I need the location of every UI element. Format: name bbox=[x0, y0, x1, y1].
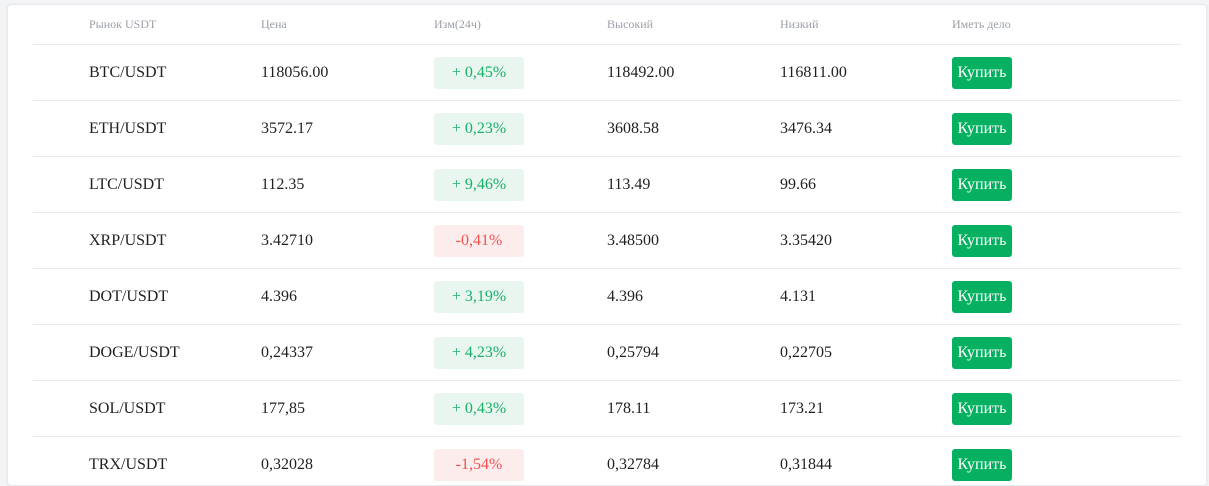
high-value: 3.48500 bbox=[607, 232, 659, 249]
low-value: 99.66 bbox=[780, 176, 816, 193]
table-row: DOGE/USDT 0,24337 + 4,23% 0,25794 0,2270… bbox=[33, 325, 1181, 381]
low-value: 116811.00 bbox=[780, 64, 847, 81]
table-row: LTC/USDT 112.35 + 9,46% 113.49 99.66 Куп… bbox=[33, 157, 1181, 213]
buy-button[interactable]: Купить bbox=[952, 449, 1012, 481]
buy-button[interactable]: Купить bbox=[952, 225, 1012, 257]
table-header: Рынок USDT Цена Изм(24ч) Высокий Низкий … bbox=[33, 5, 1181, 45]
market-table: Рынок USDT Цена Изм(24ч) Высокий Низкий … bbox=[33, 5, 1181, 485]
pair-name[interactable]: BTC/USDT bbox=[89, 64, 166, 82]
buy-button[interactable]: Купить bbox=[952, 57, 1012, 89]
pair-name[interactable]: XRP/USDT bbox=[89, 232, 166, 250]
change-badge: + 3,19% bbox=[434, 281, 524, 313]
high-value: 4.396 bbox=[607, 288, 643, 305]
header-high: Высокий bbox=[607, 17, 654, 31]
price-value: 4.396 bbox=[261, 288, 297, 305]
table-row: DOT/USDT 4.396 + 3,19% 4.396 4.131 Купит… bbox=[33, 269, 1181, 325]
change-badge: -1,54% bbox=[434, 449, 524, 481]
price-value: 0,32028 bbox=[261, 456, 313, 473]
pair-name[interactable]: TRX/USDT bbox=[89, 456, 167, 474]
price-value: 177,85 bbox=[261, 400, 305, 417]
price-value: 3.42710 bbox=[261, 232, 313, 249]
header-action: Иметь дело bbox=[952, 17, 1011, 31]
price-value: 3572.17 bbox=[261, 120, 313, 137]
price-value: 112.35 bbox=[261, 176, 305, 193]
high-value: 3608.58 bbox=[607, 120, 659, 137]
market-panel: Рынок USDT Цена Изм(24ч) Высокий Низкий … bbox=[7, 4, 1207, 486]
table-row: SOL/USDT 177,85 + 0,43% 178.11 173.21 Ку… bbox=[33, 381, 1181, 437]
pair-name[interactable]: SOL/USDT bbox=[89, 400, 165, 418]
table-row: ETH/USDT 3572.17 + 0,23% 3608.58 3476.34… bbox=[33, 101, 1181, 157]
buy-button[interactable]: Купить bbox=[952, 393, 1012, 425]
low-value: 0,31844 bbox=[780, 456, 832, 473]
low-value: 3476.34 bbox=[780, 120, 832, 137]
header-pair: Рынок USDT bbox=[89, 17, 157, 31]
header-price: Цена bbox=[261, 17, 287, 31]
table-row: TRX/USDT 0,32028 -1,54% 0,32784 0,31844 … bbox=[33, 437, 1181, 485]
pair-name[interactable]: ETH/USDT bbox=[89, 120, 166, 138]
pair-name[interactable]: LTC/USDT bbox=[89, 176, 164, 194]
header-change: Изм(24ч) bbox=[434, 17, 481, 31]
low-value: 0,22705 bbox=[780, 344, 832, 361]
low-value: 4.131 bbox=[780, 288, 816, 305]
buy-button[interactable]: Купить bbox=[952, 281, 1012, 313]
price-value: 0,24337 bbox=[261, 344, 313, 361]
change-badge: -0,41% bbox=[434, 225, 524, 257]
table-row: XRP/USDT 3.42710 -0,41% 3.48500 3.35420 … bbox=[33, 213, 1181, 269]
buy-button[interactable]: Купить bbox=[952, 169, 1012, 201]
price-value: 118056.00 bbox=[261, 64, 329, 81]
low-value: 3.35420 bbox=[780, 232, 832, 249]
pair-name[interactable]: DOT/USDT bbox=[89, 288, 168, 306]
change-badge: + 4,23% bbox=[434, 337, 524, 369]
high-value: 178.11 bbox=[607, 400, 651, 417]
high-value: 118492.00 bbox=[607, 64, 675, 81]
buy-button[interactable]: Купить bbox=[952, 113, 1012, 145]
change-badge: + 9,46% bbox=[434, 169, 524, 201]
high-value: 113.49 bbox=[607, 176, 651, 193]
high-value: 0,25794 bbox=[607, 344, 659, 361]
change-badge: + 0,45% bbox=[434, 57, 524, 89]
buy-button[interactable]: Купить bbox=[952, 337, 1012, 369]
change-badge: + 0,23% bbox=[434, 113, 524, 145]
high-value: 0,32784 bbox=[607, 456, 659, 473]
header-low: Низкий bbox=[780, 17, 819, 31]
pair-name[interactable]: DOGE/USDT bbox=[89, 344, 180, 362]
low-value: 173.21 bbox=[780, 400, 824, 417]
change-badge: + 0,43% bbox=[434, 393, 524, 425]
table-row: BTC/USDT 118056.00 + 0,45% 118492.00 116… bbox=[33, 45, 1181, 101]
